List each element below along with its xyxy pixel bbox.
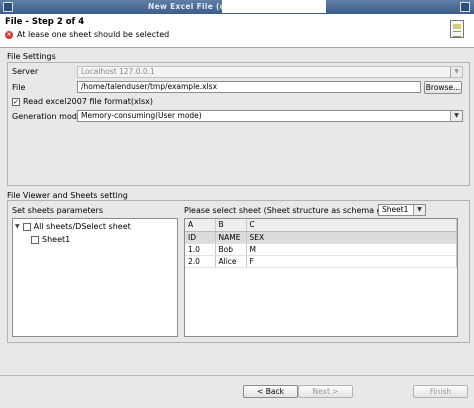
column-header[interactable]: B <box>215 219 247 232</box>
wizard-footer <box>0 375 474 408</box>
chevron-down-icon[interactable]: ▼ <box>450 111 462 121</box>
error-text: At lease one sheet should be selected <box>17 30 170 39</box>
file-path-input[interactable]: /home/talenduser/tmp/example.xlsx <box>77 81 421 93</box>
error-message: × At lease one sheet should be selected <box>5 30 169 39</box>
server-label: Server <box>12 67 39 76</box>
table-cell: Bob <box>215 243 247 256</box>
window-menu-icon[interactable] <box>3 2 13 12</box>
server-value: Localhost 127.0.0.1 <box>81 67 155 76</box>
read-excel2007-checkbox[interactable]: ✓ <box>12 98 20 106</box>
set-sheets-label: Set sheets parameters <box>12 206 104 215</box>
all-sheets-checkbox[interactable] <box>22 222 31 231</box>
error-icon: × <box>5 30 13 39</box>
table-header-row: A B C <box>185 219 457 232</box>
generation-mode-value: Memory-consuming(User mode) <box>81 111 202 120</box>
file-settings-title: File Settings <box>7 52 56 61</box>
select-sheet-label: Please select sheet (Sheet structure as … <box>184 206 403 215</box>
window-titlebar: New Excel File (on <box>0 0 474 14</box>
back-button[interactable]: < Back <box>243 385 298 398</box>
table-cell: F <box>246 255 457 268</box>
chevron-down-icon[interactable]: ▼ <box>450 67 462 77</box>
table-cell: 2.0 <box>185 255 216 268</box>
step-title: File - Step 2 of 4 <box>5 17 85 27</box>
column-header[interactable]: A <box>185 219 216 232</box>
excel-file-icon <box>450 20 464 38</box>
sheet-combo-value: Sheet1 <box>382 205 409 214</box>
tree-item-all-sheets[interactable]: ▼ All sheets/DSelect sheet <box>15 222 131 231</box>
table-cell: NAME <box>215 231 247 244</box>
window-title: New Excel File (on <box>148 2 231 11</box>
tree-item-sheet1[interactable]: Sheet1 <box>31 235 70 244</box>
tree-item-label: Sheet1 <box>42 235 71 244</box>
expand-triangle-icon[interactable]: ▼ <box>15 223 20 230</box>
title-redaction <box>222 0 326 13</box>
table-cell: 1.0 <box>185 243 216 256</box>
next-button[interactable]: Next > <box>298 385 353 398</box>
server-combo[interactable]: Localhost 127.0.0.1 ▼ <box>77 66 463 78</box>
table-row[interactable]: ID NAME SEX <box>185 231 457 244</box>
browse-button[interactable]: Browse... <box>424 81 462 94</box>
finish-button[interactable]: Finish <box>413 385 468 398</box>
generation-mode-combo[interactable]: Memory-consuming(User mode) ▼ <box>77 110 463 122</box>
generation-mode-label: Generation mode <box>12 112 82 121</box>
sheet-combo[interactable]: Sheet1 ▼ <box>378 204 426 216</box>
file-viewer-title: File Viewer and Sheets setting <box>7 191 128 200</box>
table-cell: SEX <box>246 231 457 244</box>
chevron-down-icon[interactable]: ▼ <box>413 205 425 215</box>
wizard-header: File - Step 2 of 4 × At lease one sheet … <box>0 14 474 48</box>
window-control-icon[interactable] <box>460 2 470 12</box>
sheet-preview-table[interactable]: A B C ID NAME SEX 1.0 Bob M 2.0 Alice F <box>184 218 458 337</box>
file-label: File <box>12 83 26 92</box>
read-excel2007-label: Read excel2007 file format(xlsx) <box>23 97 153 106</box>
column-header[interactable]: C <box>246 219 457 232</box>
table-row[interactable]: 1.0 Bob M <box>185 243 457 256</box>
table-cell: ID <box>185 231 216 244</box>
table-cell: Alice <box>215 255 247 268</box>
tree-item-label: All sheets/DSelect sheet <box>33 222 131 231</box>
sheets-tree[interactable]: ▼ All sheets/DSelect sheet Sheet1 <box>12 218 178 337</box>
sheet1-checkbox[interactable] <box>31 235 39 244</box>
table-cell: M <box>246 243 457 256</box>
table-row[interactable]: 2.0 Alice F <box>185 255 457 268</box>
